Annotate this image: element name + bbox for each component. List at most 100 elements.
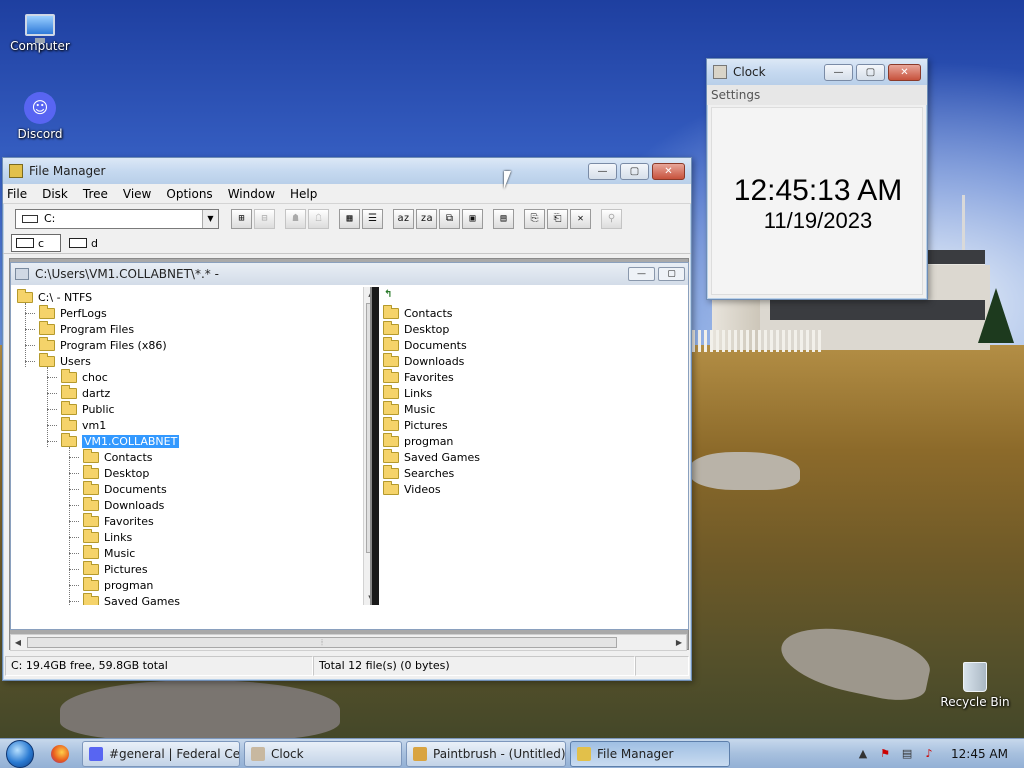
- tree-item[interactable]: C:\ - NTFS: [17, 288, 92, 305]
- start-button[interactable]: [0, 739, 40, 768]
- menu-file[interactable]: File: [7, 187, 27, 201]
- share-icon[interactable]: ☗: [285, 208, 306, 229]
- volume-icon[interactable]: ♪: [921, 746, 937, 762]
- file-manager-titlebar[interactable]: File Manager — ▢ ✕: [3, 158, 691, 184]
- disconnect-drive-icon[interactable]: ⊟: [254, 208, 275, 229]
- tree-item[interactable]: Public: [61, 400, 115, 417]
- sort-type-icon[interactable]: za: [416, 208, 437, 229]
- horizontal-scrollbar[interactable]: ◀ ⦙ ▶: [10, 634, 687, 651]
- scroll-left-icon[interactable]: ◀: [11, 635, 25, 650]
- scroll-up-icon[interactable]: ▲: [364, 287, 370, 301]
- tree-item[interactable]: Links: [83, 528, 132, 545]
- tree-item[interactable]: Downloads: [83, 496, 164, 513]
- move-icon[interactable]: ⎗: [547, 208, 568, 229]
- copy-icon[interactable]: ⎘: [524, 208, 545, 229]
- tree-item-label: Public: [82, 402, 115, 416]
- close-button[interactable]: ✕: [888, 63, 921, 81]
- desktop-icon-recycle-bin[interactable]: Recycle Bin: [937, 662, 1013, 709]
- chevron-up-icon[interactable]: ▲: [855, 746, 871, 762]
- tree-vertical-scrollbar[interactable]: ▲ ▼: [363, 287, 370, 605]
- tree-item[interactable]: Music: [83, 544, 135, 561]
- parent-directory-icon[interactable]: ↰: [384, 289, 392, 300]
- child-maximize-button[interactable]: ▢: [658, 267, 685, 281]
- tree-item[interactable]: Program Files: [39, 320, 134, 337]
- large-icons-icon[interactable]: ▦: [339, 208, 360, 229]
- file-list-item[interactable]: Music: [383, 400, 435, 417]
- file-list-item[interactable]: progman: [383, 432, 453, 449]
- action-center-icon[interactable]: ⚑: [877, 746, 893, 762]
- tree-item[interactable]: Program Files (x86): [39, 336, 167, 353]
- tree-item[interactable]: choc: [61, 368, 108, 385]
- file-list-item[interactable]: Videos: [383, 480, 441, 497]
- menu-settings[interactable]: Settings: [711, 88, 760, 102]
- taskbar-button[interactable]: #general | Federal Ce...: [82, 740, 240, 767]
- tree-item[interactable]: Favorites: [83, 512, 154, 529]
- folder-icon: [83, 560, 99, 575]
- connect-drive-icon[interactable]: ⊞: [231, 208, 252, 229]
- maximize-button[interactable]: ▢: [620, 162, 649, 180]
- minimize-button[interactable]: —: [588, 162, 617, 180]
- menu-help[interactable]: Help: [290, 187, 317, 201]
- file-list-item[interactable]: Documents: [383, 336, 467, 353]
- tree-item[interactable]: vm1: [61, 416, 106, 433]
- firefox-launcher[interactable]: [40, 739, 80, 768]
- maximize-button[interactable]: ▢: [856, 63, 885, 81]
- drive-tab-c[interactable]: c: [11, 234, 61, 252]
- minimize-button[interactable]: —: [824, 63, 853, 81]
- chevron-down-icon[interactable]: ▼: [202, 209, 218, 228]
- file-list-item[interactable]: Favorites: [383, 368, 454, 385]
- tree-item[interactable]: Documents: [83, 480, 167, 497]
- scroll-thumb[interactable]: [366, 303, 370, 553]
- menu-window[interactable]: Window: [228, 187, 275, 201]
- sort-date-icon[interactable]: ▣: [462, 208, 483, 229]
- properties-icon[interactable]: ⚲: [601, 208, 622, 229]
- menu-view[interactable]: View: [123, 187, 151, 201]
- menu-disk[interactable]: Disk: [42, 187, 68, 201]
- file-list-item[interactable]: Pictures: [383, 416, 448, 433]
- file-list-item[interactable]: Searches: [383, 464, 454, 481]
- desktop-icon-computer[interactable]: Computer: [2, 8, 78, 53]
- sort-name-icon[interactable]: az: [393, 208, 414, 229]
- directory-window-titlebar[interactable]: C:\Users\VM1.COLLABNET\*.* - — ▢: [11, 263, 688, 285]
- tree-item[interactable]: Saved Games: [83, 592, 180, 605]
- tree-item[interactable]: dartz: [61, 384, 110, 401]
- tree-item[interactable]: PerfLogs: [39, 304, 107, 321]
- horizontal-scroll-thumb[interactable]: ⦙: [27, 637, 617, 648]
- clock-titlebar[interactable]: Clock — ▢ ✕: [707, 59, 927, 85]
- close-button[interactable]: ✕: [652, 162, 685, 180]
- file-list-item[interactable]: Downloads: [383, 352, 464, 369]
- delete-icon[interactable]: ✕: [570, 208, 591, 229]
- taskbar-button[interactable]: Clock: [244, 740, 402, 767]
- scroll-right-icon[interactable]: ▶: [672, 635, 686, 650]
- tree-pane[interactable]: ▲ ▼ C:\ - NTFS PerfLogs Program Files Progr…: [11, 287, 371, 605]
- desktop-icon-discord[interactable]: ☺ Discord: [2, 92, 78, 141]
- file-list-item[interactable]: Links: [383, 384, 432, 401]
- menu-options[interactable]: Options: [166, 187, 212, 201]
- taskbar-clock[interactable]: 12:45 AM: [951, 747, 1008, 761]
- sort-size-icon[interactable]: ⧉: [439, 208, 460, 229]
- scroll-down-icon[interactable]: ▼: [364, 591, 370, 605]
- directory-window[interactable]: C:\Users\VM1.COLLABNET\*.* - — ▢ ▲ ▼ C:\…: [10, 262, 689, 630]
- menu-tree[interactable]: Tree: [83, 187, 108, 201]
- pane-splitter[interactable]: [371, 287, 379, 605]
- tree-item[interactable]: progman: [83, 576, 153, 593]
- tree-item[interactable]: VM1.COLLABNET: [61, 432, 180, 449]
- child-minimize-button[interactable]: —: [628, 267, 655, 281]
- clock-window[interactable]: Clock — ▢ ✕ Settings 12:45:13 AM 11/19/2…: [706, 58, 928, 300]
- drive-select[interactable]: C: ▼: [15, 208, 219, 229]
- new-window-icon[interactable]: ▤: [493, 208, 514, 229]
- drive-tab-d[interactable]: d: [65, 234, 102, 252]
- file-list-item[interactable]: Contacts: [383, 304, 453, 321]
- list-icon[interactable]: ☰: [362, 208, 383, 229]
- tree-item[interactable]: Desktop: [83, 464, 149, 481]
- tree-item[interactable]: Contacts: [83, 448, 153, 465]
- tree-item[interactable]: Pictures: [83, 560, 148, 577]
- file-list-item[interactable]: Saved Games: [383, 448, 480, 465]
- network-icon[interactable]: ▤: [899, 746, 915, 762]
- stop-share-icon[interactable]: ☖: [308, 208, 329, 229]
- file-list-pane[interactable]: ↰ Contacts Desktop Documents Downloads Favor…: [379, 287, 688, 605]
- taskbar-button[interactable]: File Manager: [570, 740, 730, 767]
- file-list-item[interactable]: Desktop: [383, 320, 449, 337]
- taskbar-button[interactable]: Paintbrush - (Untitled): [406, 740, 566, 767]
- file-manager-window[interactable]: File Manager — ▢ ✕ File Disk Tree View O…: [2, 157, 692, 681]
